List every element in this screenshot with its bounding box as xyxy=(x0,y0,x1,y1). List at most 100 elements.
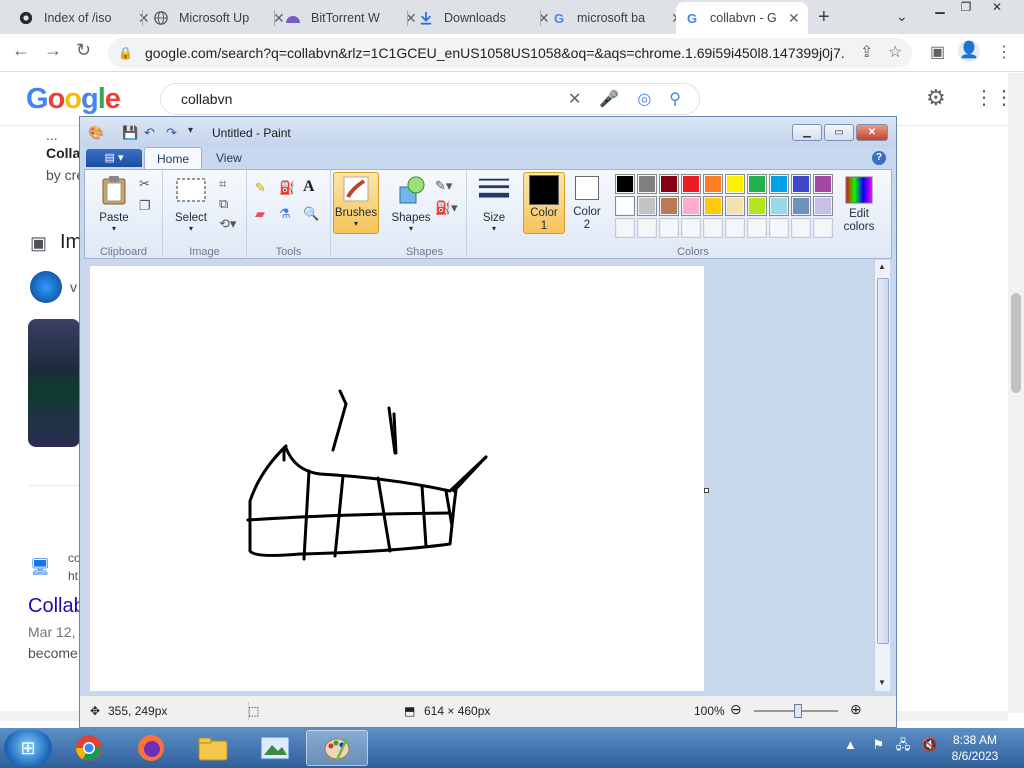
paint-minimize-button[interactable]: ▁ xyxy=(792,124,822,141)
canvas-vertical-scrollbar[interactable]: ▲ ▼ xyxy=(874,260,890,691)
tab-home[interactable]: Home xyxy=(144,147,203,169)
palette-color-swatch[interactable] xyxy=(637,174,657,194)
fill-bucket-icon[interactable]: ⛽ xyxy=(279,180,295,196)
size-button[interactable]: Size ▾ xyxy=(471,174,517,233)
volume-muted-icon[interactable]: 🔇 xyxy=(922,737,938,752)
scroll-up-icon[interactable]: ▲ xyxy=(878,262,886,271)
palette-color-swatch[interactable] xyxy=(615,174,635,194)
drawing-canvas[interactable] xyxy=(90,266,704,691)
palette-color-swatch[interactable] xyxy=(747,196,767,216)
cut-icon[interactable]: ✂ xyxy=(139,176,150,192)
palette-color-swatch[interactable] xyxy=(791,174,811,194)
scrollbar-thumb[interactable] xyxy=(877,278,889,644)
paint-app-icon[interactable]: 🎨 xyxy=(88,125,104,141)
canvas-resize-handle[interactable] xyxy=(704,488,709,493)
side-panel-icon[interactable]: ▣ xyxy=(930,42,945,62)
palette-color-swatch[interactable] xyxy=(769,196,789,216)
google-search-box[interactable]: collabvn ✕ 🎤 ◎ ⚲ xyxy=(160,83,700,115)
microphone-icon[interactable]: 🎤 xyxy=(599,89,619,109)
shape-fill-icon[interactable]: ⛽▾ xyxy=(435,200,458,216)
palette-color-swatch[interactable] xyxy=(681,174,701,194)
scroll-down-icon[interactable]: ▼ xyxy=(878,678,886,687)
select-button[interactable]: Select ▾ xyxy=(169,174,213,233)
zoom-out-icon[interactable]: ⊖ xyxy=(730,701,742,718)
eraser-icon[interactable]: ▰ xyxy=(255,206,265,222)
tab-microsoft-search[interactable]: G microsoft ba ✕ xyxy=(543,2,691,34)
redo-icon[interactable]: ↷ xyxy=(166,125,177,141)
back-arrow-icon[interactable]: ← xyxy=(12,40,30,61)
palette-empty-swatch[interactable] xyxy=(659,218,679,238)
clear-icon[interactable]: ✕ xyxy=(568,89,581,109)
help-icon[interactable]: ? xyxy=(872,151,886,165)
bookmark-star-icon[interactable]: ☆ xyxy=(888,42,902,62)
result-title-link[interactable]: Collab xyxy=(28,595,85,618)
taskbar-explorer[interactable] xyxy=(182,730,244,766)
image-thumbnail[interactable] xyxy=(28,319,80,447)
gear-icon[interactable]: ⚙ xyxy=(926,85,946,111)
start-button[interactable]: ⊞ xyxy=(4,730,52,766)
palette-empty-swatch[interactable] xyxy=(725,218,745,238)
paste-button[interactable]: Paste ▾ xyxy=(91,174,137,233)
color1-button[interactable]: Color 1 xyxy=(523,172,565,234)
palette-color-swatch[interactable] xyxy=(747,174,767,194)
address-bar[interactable]: 🔒 google.com/search?q=collabvn&rlz=1C1GC… xyxy=(108,38,912,68)
paint-close-button[interactable]: ✕ xyxy=(856,124,888,141)
customize-qat-icon[interactable]: ▾ xyxy=(188,125,193,136)
profile-avatar-icon[interactable]: 👤 xyxy=(958,40,980,62)
search-icon[interactable]: ⚲ xyxy=(669,89,681,109)
taskbar-paint[interactable] xyxy=(306,730,368,766)
tab-collabvn[interactable]: G collabvn - G ✕ xyxy=(676,2,808,34)
brushes-button[interactable]: Brushes ▾ xyxy=(333,172,379,234)
color-picker-icon[interactable]: ⚗ xyxy=(279,206,291,222)
restore-button[interactable]: ❐ xyxy=(954,0,978,16)
palette-empty-swatch[interactable] xyxy=(681,218,701,238)
palette-empty-swatch[interactable] xyxy=(615,218,635,238)
color2-button[interactable]: Color 2 xyxy=(567,172,607,232)
new-tab-button[interactable]: + xyxy=(818,6,830,29)
palette-color-swatch[interactable] xyxy=(703,196,723,216)
taskbar-firefox[interactable] xyxy=(120,730,182,766)
paint-menu-button[interactable]: ▤ ▾ xyxy=(86,149,142,167)
text-tool-icon[interactable]: A xyxy=(303,178,315,196)
lens-icon[interactable]: ◎ xyxy=(637,89,651,109)
minimize-button[interactable]: ▁ xyxy=(928,0,952,16)
page-scrollbar[interactable] xyxy=(1008,73,1024,713)
pencil-icon[interactable]: ✎ xyxy=(255,180,266,196)
zoom-in-icon[interactable]: ⊕ xyxy=(850,701,862,718)
save-icon[interactable]: 💾 xyxy=(122,125,138,141)
palette-color-swatch[interactable] xyxy=(725,174,745,194)
taskbar-chrome[interactable] xyxy=(58,730,120,766)
tab-bittorrent[interactable]: BitTorrent W ✕ xyxy=(277,2,425,34)
tab-microsoft-update[interactable]: Microsoft Up ✕ xyxy=(145,2,293,34)
magnifier-icon[interactable]: 🔍 xyxy=(303,206,319,222)
tab-view[interactable]: View xyxy=(204,147,254,169)
paint-maximize-button[interactable]: ▭ xyxy=(824,124,854,141)
palette-color-swatch[interactable] xyxy=(791,196,811,216)
scrollbar-thumb[interactable] xyxy=(1011,293,1021,393)
crop-icon[interactable]: ⌗ xyxy=(219,176,226,192)
palette-empty-swatch[interactable] xyxy=(769,218,789,238)
edit-colors-button[interactable]: Edit colors xyxy=(833,174,885,234)
tab-search-chevron-icon[interactable]: ⌄ xyxy=(896,8,908,24)
close-icon[interactable]: ✕ xyxy=(788,10,800,27)
palette-color-swatch[interactable] xyxy=(659,174,679,194)
rotate-icon[interactable]: ⟲▾ xyxy=(219,216,236,232)
share-icon[interactable]: ⇪ xyxy=(860,42,873,62)
palette-empty-swatch[interactable] xyxy=(637,218,657,238)
copy-icon[interactable]: ❐ xyxy=(139,198,151,214)
forward-arrow-icon[interactable]: → xyxy=(44,40,62,61)
action-center-flag-icon[interactable]: ⚑ xyxy=(873,737,885,752)
palette-color-swatch[interactable] xyxy=(615,196,635,216)
google-logo[interactable]: Google xyxy=(26,83,121,116)
tab-index-of-iso[interactable]: Index of /iso ✕ xyxy=(10,2,158,34)
show-hidden-icons-icon[interactable]: ▲ xyxy=(844,737,857,752)
network-icon[interactable]: 🖧 xyxy=(896,737,911,752)
palette-color-swatch[interactable] xyxy=(813,196,833,216)
palette-empty-swatch[interactable] xyxy=(747,218,767,238)
palette-color-swatch[interactable] xyxy=(813,174,833,194)
palette-empty-swatch[interactable] xyxy=(791,218,811,238)
zoom-slider-handle[interactable] xyxy=(794,704,802,718)
palette-color-swatch[interactable] xyxy=(681,196,701,216)
tab-downloads[interactable]: Downloads ✕ xyxy=(410,2,558,34)
palette-empty-swatch[interactable] xyxy=(813,218,833,238)
